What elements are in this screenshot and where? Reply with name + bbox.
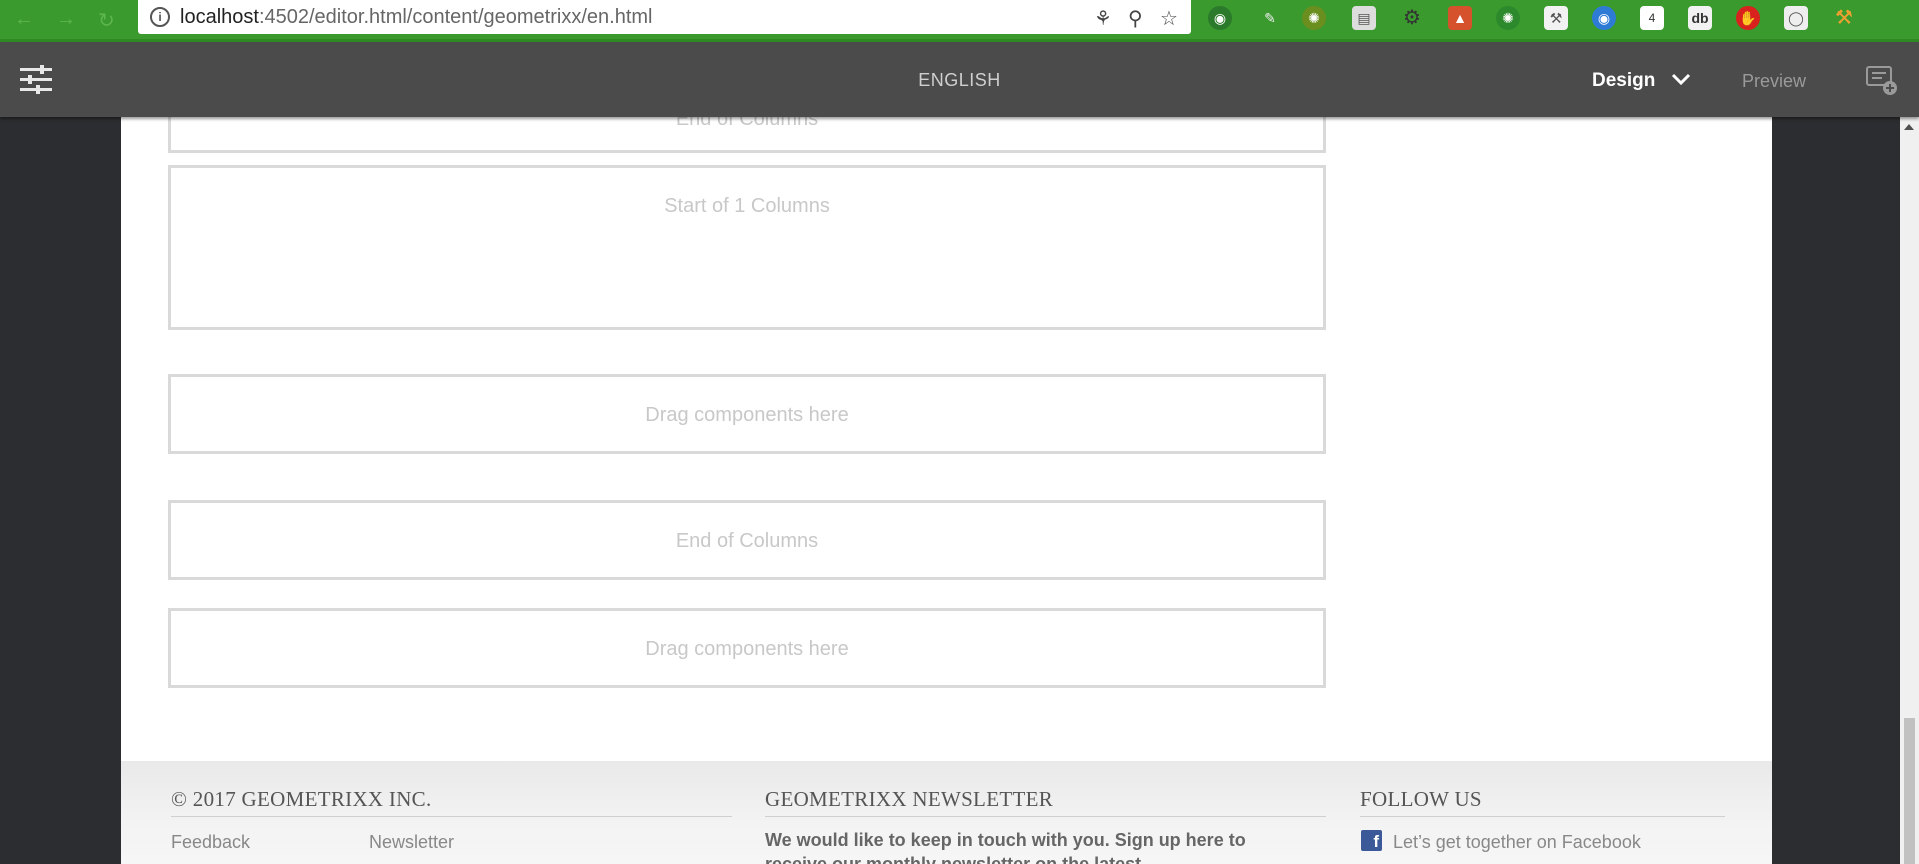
scrollbar-thumb[interactable]	[1904, 718, 1915, 864]
footer-link-feedback[interactable]: Feedback	[171, 832, 250, 853]
url-text[interactable]: localhost:4502/editor.html/content/geome…	[180, 6, 652, 29]
extension-4-icon[interactable]: ▤	[1352, 6, 1376, 30]
page-canvas: End of Columns Start of 1 Columns Drag c…	[121, 117, 1772, 864]
newsletter-heading: GEOMETRIXX NEWSLETTER	[765, 787, 1054, 811]
end-of-columns-placeholder-partial[interactable]: End of Columns	[168, 117, 1326, 153]
mode-selector-design[interactable]: Design	[1592, 70, 1655, 92]
reload-icon[interactable]: ↻	[98, 8, 115, 33]
newsletter-description: We would like to keep in touch with you.…	[765, 830, 1246, 864]
placeholder-label: Start of 1 Columns	[664, 195, 830, 217]
end-of-columns-placeholder[interactable]: End of Columns	[168, 500, 1326, 580]
footer-divider	[1360, 816, 1725, 817]
placeholder-label: Drag components here	[645, 638, 849, 660]
forward-icon[interactable]: →	[56, 8, 76, 31]
extension-14-icon[interactable]: ⚒	[1832, 6, 1856, 30]
extension-pencil-icon[interactable]: ✎	[1258, 6, 1282, 30]
drag-components-drop-zone[interactable]: Drag components here	[168, 608, 1326, 688]
extension-12-icon[interactable]: ✋	[1736, 6, 1760, 30]
facebook-link[interactable]: Let’s get together on Facebook	[1393, 832, 1641, 853]
extension-9-icon[interactable]: ◉	[1592, 6, 1616, 30]
blocked-popup-icon[interactable]: ⚘	[1094, 6, 1112, 31]
annotations-icon[interactable]	[1866, 66, 1898, 96]
zoom-icon[interactable]: ⚲	[1128, 6, 1143, 31]
extension-3-icon[interactable]: ✺	[1302, 6, 1326, 30]
extension-11-icon[interactable]: db	[1688, 6, 1712, 30]
extension-8-icon[interactable]: ⚒	[1544, 6, 1568, 30]
site-info-icon[interactable]: i	[150, 7, 170, 27]
chevron-down-icon[interactable]	[1670, 68, 1692, 90]
back-icon[interactable]: ←	[14, 8, 34, 31]
extension-6-icon[interactable]: ▲	[1448, 6, 1472, 30]
follow-us-heading: FOLLOW US	[1360, 787, 1482, 811]
editor-toolbar: ENGLISH Design Preview	[0, 42, 1919, 117]
footer-copyright: © 2017 GEOMETRIXX INC.	[171, 787, 432, 811]
footer-divider	[765, 816, 1326, 817]
url-path: :4502/editor.html/content/geometrixx/en.…	[258, 6, 653, 28]
footer-divider	[171, 816, 732, 817]
bookmark-star-icon[interactable]: ☆	[1160, 6, 1178, 31]
url-host: localhost	[180, 6, 259, 28]
extension-13-icon[interactable]: ◯	[1784, 6, 1808, 30]
extension-7-icon[interactable]: ✺	[1496, 6, 1520, 30]
drag-components-drop-zone[interactable]: Drag components here	[168, 374, 1326, 454]
browser-toolbar: ← → ↻ i localhost:4502/editor.html/conte…	[0, 0, 1919, 39]
facebook-icon[interactable]: f	[1361, 830, 1382, 851]
right-gutter	[1772, 117, 1900, 864]
extension-10-icon[interactable]: 4	[1640, 6, 1664, 30]
placeholder-label: End of Columns	[675, 530, 819, 552]
placeholder-label: Drag components here	[645, 404, 849, 426]
preview-button[interactable]: Preview	[1742, 71, 1806, 92]
footer-link-newsletter[interactable]: Newsletter	[369, 832, 454, 853]
site-footer: © 2017 GEOMETRIXX INC. Feedback Newslett…	[121, 761, 1772, 864]
scroll-up-arrow-icon[interactable]	[1904, 124, 1914, 130]
extension-gear-icon[interactable]: ⚙	[1400, 6, 1424, 30]
placeholder-label: End of Columns	[675, 117, 819, 130]
extension-1-icon[interactable]: ◉	[1208, 6, 1232, 30]
left-gutter	[0, 117, 121, 864]
start-of-columns-placeholder[interactable]: Start of 1 Columns	[168, 165, 1326, 330]
